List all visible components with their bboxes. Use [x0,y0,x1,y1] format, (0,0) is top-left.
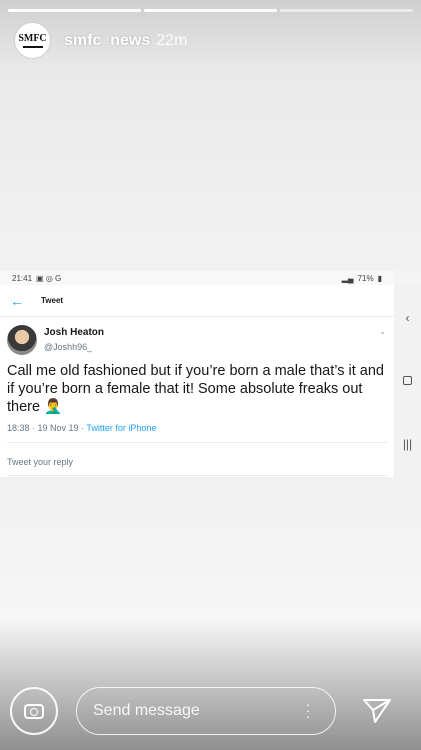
story-reply-bar: ··· [0,686,421,736]
reply-input[interactable]: Tweet your reply [7,457,73,467]
camera-button[interactable] [10,687,58,735]
divider [7,475,387,476]
more-options-icon[interactable]: · · · [303,697,313,723]
back-arrow-icon[interactable]: ← [9,293,25,309]
tweet-author-name[interactable]: Josh Heaton [44,327,104,338]
logo-text: SMFC [18,32,47,44]
status-time: 21:41 [12,273,33,283]
battery-level: 71% [357,273,374,283]
back-icon[interactable]: ‹ [406,311,410,325]
story-username[interactable]: smfc_news [64,32,150,50]
camera-icon [24,703,44,719]
divider [7,442,387,443]
tweet-author-handle[interactable]: @Joshh96_ [44,342,92,352]
story-time: 22m [156,31,188,49]
chevron-down-icon[interactable]: ⌄ [379,327,386,336]
tweet-nav-bar: ← Tweet [0,285,394,317]
tweet-client[interactable]: Twitter for iPhone [86,423,156,433]
recents-icon[interactable]: ||| [403,437,412,451]
android-nav-bar: ‹ ||| [394,285,421,477]
progress-segment [144,9,277,12]
progress-segment [280,9,413,12]
notification-icons: ▣ ◎ G [36,273,62,283]
status-bar: 21:41 ▣ ◎ G ▂▄ 71% ▮ [0,271,394,285]
tweet-timestamp: 18:38 · 19 Nov 19 · [7,423,87,433]
story-progress [8,9,413,12]
tweet-avatar[interactable] [7,325,37,355]
logo-underline [22,45,43,48]
progress-segment [8,9,141,12]
tweet-text: Call me old fashioned but if you’re born… [7,363,384,415]
home-icon[interactable] [403,376,412,386]
story-header: SMFC smfc_news 22m [14,22,187,59]
battery-icon: ▮ [377,273,382,283]
avatar[interactable]: SMFC [14,22,51,59]
signal-icon: ▂▄ [341,273,354,283]
send-message-input[interactable] [76,687,336,735]
tweet-meta: 18:38 · 19 Nov 19 · Twitter for iPhone [7,423,156,433]
nav-title: Tweet [41,296,64,305]
shared-screenshot: 21:41 ▣ ◎ G ▂▄ 71% ▮ ← Tweet Josh Heaton… [0,271,421,477]
tweet-card: Josh Heaton @Joshh96_ ⌄ Call me old fash… [0,317,394,477]
send-icon[interactable] [362,698,392,724]
